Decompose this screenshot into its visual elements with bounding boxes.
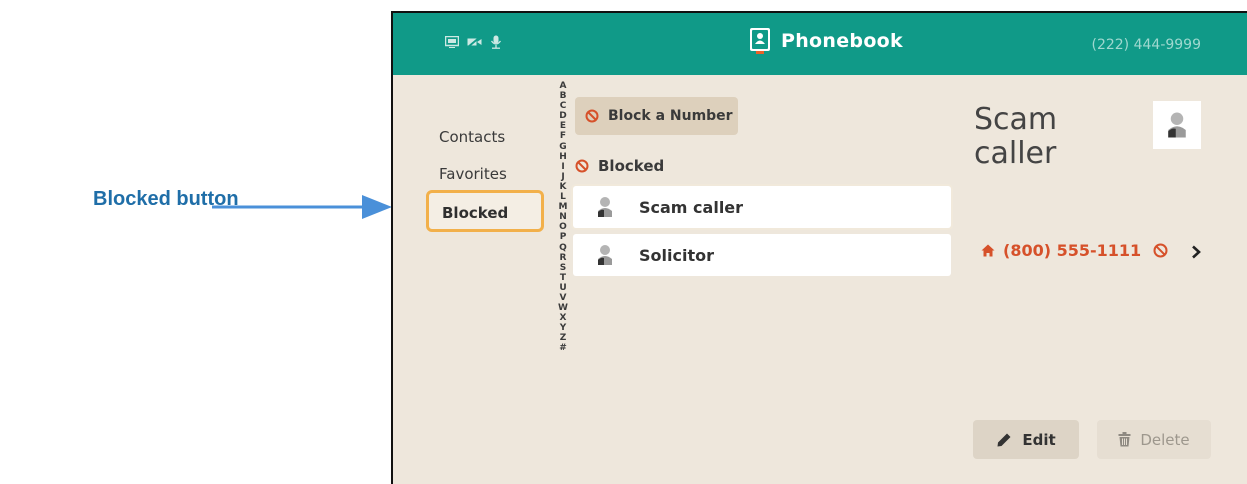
alphabet-letter[interactable]: W [558, 303, 568, 313]
alphabet-letter[interactable]: # [559, 343, 567, 353]
alphabet-letter[interactable]: Z [560, 333, 567, 343]
header-title-group: Phonebook [749, 27, 903, 55]
alphabet-letter[interactable]: X [560, 313, 567, 323]
chevron-right-icon[interactable] [1191, 245, 1201, 259]
alphabet-letter[interactable]: P [560, 232, 567, 242]
edit-button[interactable]: Edit [973, 420, 1079, 459]
alphabet-letter[interactable]: U [559, 283, 566, 293]
alphabet-letter[interactable]: G [559, 142, 566, 152]
annotation-arrow-icon [212, 195, 392, 219]
contact-photo [1153, 101, 1201, 149]
microphone-icon [490, 35, 502, 49]
block-number-label: Block a Number [608, 108, 733, 124]
contact-avatar-icon [1168, 112, 1186, 138]
section-header-label: Blocked [598, 157, 665, 175]
detail-contact-name: Scam caller [974, 102, 1058, 171]
monitor-icon [445, 36, 459, 48]
delete-button[interactable]: Delete [1097, 420, 1211, 459]
contact-name: Scam caller [639, 197, 744, 217]
page-title: Phonebook [781, 30, 903, 52]
alphabet-letter[interactable]: T [560, 273, 566, 283]
alphabet-letter[interactable]: E [560, 121, 566, 131]
contact-avatar-icon [598, 197, 612, 217]
trash-icon [1118, 432, 1131, 447]
alphabet-letter[interactable]: D [559, 111, 566, 121]
alphabet-letter[interactable]: Q [559, 243, 567, 253]
alphabet-letter[interactable]: A [560, 81, 567, 91]
block-icon [575, 159, 589, 173]
alphabet-letter[interactable]: I [561, 162, 564, 172]
status-icons [445, 35, 502, 49]
alphabet-letter[interactable]: C [560, 101, 567, 111]
delete-label: Delete [1140, 430, 1190, 449]
alphabet-letter[interactable]: M [559, 202, 568, 212]
own-phone-number: (222) 444-9999 [1091, 37, 1202, 53]
nav-item-blocked[interactable]: Blocked [426, 190, 544, 232]
block-icon [1153, 243, 1168, 258]
blocked-section-header: Blocked [575, 157, 664, 175]
phonebook-icon [750, 28, 770, 54]
edit-label: Edit [1022, 430, 1056, 449]
nav-item-contacts[interactable]: Contacts [426, 118, 544, 156]
detail-phone-entry[interactable]: (800) 555-1111 [981, 241, 1168, 260]
block-icon [585, 109, 599, 123]
alphabet-letter[interactable]: S [560, 263, 566, 273]
alphabet-letter[interactable]: J [561, 172, 564, 182]
list-item[interactable]: Solicitor [573, 234, 951, 276]
detail-phone-number: (800) 555-1111 [1003, 241, 1142, 260]
header-bar: Phonebook (222) 444-9999 [393, 13, 1247, 75]
alphabet-letter[interactable]: B [560, 91, 567, 101]
alphabet-letter[interactable]: Y [560, 323, 567, 333]
video-off-icon [467, 36, 482, 48]
contact-name: Solicitor [639, 245, 714, 265]
alphabet-letter[interactable]: H [559, 152, 567, 162]
alphabet-letter[interactable]: K [560, 182, 567, 192]
block-number-button[interactable]: Block a Number [575, 97, 738, 135]
alphabet-letter[interactable]: L [560, 192, 566, 202]
phonebook-screen: Phonebook (222) 444-9999 Contacts Favori… [391, 11, 1247, 484]
nav-item-favorites[interactable]: Favorites [426, 155, 544, 193]
home-icon [981, 244, 995, 257]
pencil-icon [997, 433, 1011, 446]
alphabet-letter[interactable]: F [560, 131, 566, 141]
list-item[interactable]: Scam caller [573, 186, 951, 228]
alphabet-letter[interactable]: O [559, 222, 567, 232]
alphabet-letter[interactable]: R [560, 253, 567, 263]
contact-avatar-icon [598, 245, 612, 265]
alphabet-index[interactable]: A B C D E F G H I J K L M N O P Q R S T U V W X Y Z # [557, 81, 569, 354]
alphabet-letter[interactable]: V [560, 293, 567, 303]
alphabet-letter[interactable]: N [559, 212, 567, 222]
